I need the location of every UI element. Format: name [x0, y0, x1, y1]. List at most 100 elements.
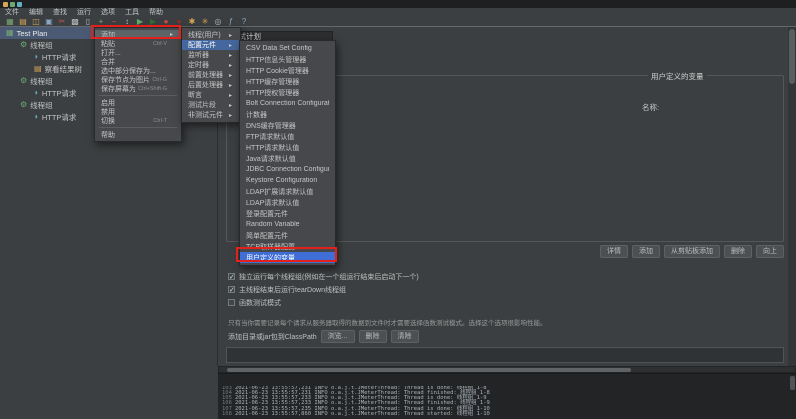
config-element-item[interactable]: CSV Data Set Config	[240, 43, 335, 54]
toggle-icon[interactable]: ↕	[122, 17, 132, 26]
browse-button[interactable]: 浏览...	[320, 330, 355, 343]
config-element-item[interactable]: HTTP信息头管理器	[240, 54, 335, 65]
menubar-item[interactable]: 选项	[96, 8, 120, 17]
add-submenu-item[interactable]: 定时器	[182, 60, 240, 70]
context-menu-item[interactable]: 添加	[95, 30, 181, 39]
config-element-item[interactable]: Bolt Connection Configuration	[240, 98, 335, 109]
checkbox-box[interactable]	[228, 273, 235, 281]
log-panel[interactable]: 103 2021-06-23 13:55:57,231 INFO o.a.j.t.…	[218, 373, 796, 419]
tree-item-label: HTTP请求	[41, 52, 77, 62]
add-from-clipboard-button[interactable]: 从剪贴板添加	[664, 245, 720, 258]
shutdown-icon[interactable]: ●	[174, 17, 184, 26]
functional-mode-checkbox[interactable]: 函数测试模式	[228, 298, 419, 307]
main-vertical-scrollbar[interactable]	[788, 27, 796, 366]
search-icon[interactable]: ◎	[213, 17, 223, 26]
log-horizontal-scrollbar[interactable]	[218, 366, 796, 373]
jmeter-window: 文件 编辑 查找 运行 选项 工具 帮助 ▦ ▤ ◫ ▣ ✂ ▩ ▯ + − ↕…	[0, 0, 796, 419]
log-vertical-scrollbar-thumb[interactable]	[790, 376, 795, 390]
context-menu-item[interactable]: 合并	[95, 57, 181, 66]
add-submenu-item[interactable]: 前置处理器	[182, 70, 240, 80]
context-menu-item[interactable]	[99, 127, 177, 128]
menubar-item[interactable]: 查找	[48, 8, 72, 17]
main-vertical-scrollbar-thumb[interactable]	[789, 29, 795, 84]
menubar-item[interactable]: 帮助	[144, 8, 168, 17]
log-line-text: 2021-06-23 13:55:57,860 INFO o.a.j.t.JMe…	[234, 410, 490, 417]
submenu-arrow-icon	[229, 102, 234, 109]
add-submenu-item[interactable]: 测试片段	[182, 100, 240, 110]
config-element-item[interactable]: Random Variable	[240, 219, 335, 230]
add-submenu-item[interactable]: 监听器	[182, 50, 240, 60]
config-element-item[interactable]: LDAP扩展请求默认值	[240, 186, 335, 197]
config-element-item[interactable]: 计数器	[240, 109, 335, 120]
config-element-item[interactable]: 简单配置元件	[240, 230, 335, 241]
context-menu-item[interactable]: 禁用	[95, 107, 181, 116]
config-element-item[interactable]: 用户定义的变量	[240, 252, 335, 263]
add-submenu-item[interactable]: 配置元件	[182, 40, 240, 50]
collapse-all-icon[interactable]: −	[109, 17, 119, 26]
function-helper-icon[interactable]: ƒ	[226, 17, 236, 26]
config-element-item[interactable]: HTTP缓存管理器	[240, 76, 335, 87]
context-menu-item[interactable]: 帮助	[95, 130, 181, 139]
menubar-item[interactable]: 工具	[120, 8, 144, 17]
new-plan-icon[interactable]: ▦	[5, 17, 15, 26]
templates-icon[interactable]: ▤	[18, 17, 28, 26]
run-threadgroups-consecutively-checkbox[interactable]: 独立运行每个线程组(例如在一个组运行结束后启动下一个)	[228, 272, 419, 281]
config-element-item[interactable]: JDBC Connection Configuration	[240, 164, 335, 175]
config-element-item[interactable]: Keystore Configuration	[240, 175, 335, 186]
add-submenu-item[interactable]: 断言	[182, 90, 240, 100]
delete-button[interactable]: 删除	[724, 245, 752, 258]
menubar-item[interactable]: 文件	[0, 8, 24, 17]
config-element-item[interactable]: HTTP授权管理器	[240, 87, 335, 98]
tree-item-label: 线程组	[30, 100, 53, 110]
config-element-item[interactable]: Java请求默认值	[240, 153, 335, 164]
copy-icon[interactable]: ▩	[70, 17, 80, 26]
config-element-item[interactable]: TCP取样器配置	[240, 241, 335, 252]
config-element-item[interactable]: HTTP请求默认值	[240, 142, 335, 153]
config-element-item[interactable]: 登录配置元件	[240, 208, 335, 219]
checkbox-label: 函数测试模式	[239, 299, 281, 307]
paste-icon[interactable]: ▯	[83, 17, 93, 26]
config-element-item[interactable]: DNS缓存管理器	[240, 120, 335, 131]
start-icon[interactable]: ▶	[135, 17, 145, 26]
context-menu-item[interactable]: 启用	[95, 98, 181, 107]
expand-all-icon[interactable]: +	[96, 17, 106, 26]
menubar-item[interactable]: 编辑	[24, 8, 48, 17]
stop-icon[interactable]: ●	[161, 17, 171, 26]
config-element-item[interactable]: FTP请求默认值	[240, 131, 335, 142]
open-file-icon[interactable]: ◫	[31, 17, 41, 26]
context-menu-item[interactable]: 保存节点为图片 Ctrl-G	[95, 75, 181, 84]
tree-item-label: HTTP请求	[41, 112, 77, 122]
help-icon[interactable]: ?	[239, 17, 249, 26]
context-menu-item[interactable]: 选中部分保存为...	[95, 66, 181, 75]
up-button[interactable]: 向上	[756, 245, 784, 258]
clear-all-icon[interactable]: ✳	[200, 17, 210, 26]
add-button[interactable]: 添加	[632, 245, 660, 258]
classpath-jar-table[interactable]	[226, 347, 784, 363]
http-request-icon: ◗	[34, 52, 39, 61]
start-no-pauses-icon[interactable]: ▶	[148, 17, 158, 26]
clear-jar-button[interactable]: 清除	[390, 330, 419, 343]
context-menu-item[interactable]: 保存屏幕为图片 Ctrl+Shift-G	[95, 84, 181, 93]
context-menu-item[interactable]: 打开...	[95, 48, 181, 57]
config-element-item[interactable]: LDAP请求默认值	[240, 197, 335, 208]
delete-jar-button[interactable]: 删除	[358, 330, 387, 343]
context-menu-item[interactable]: 切换 Ctrl-T	[95, 116, 181, 125]
menubar-item[interactable]: 运行	[72, 8, 96, 17]
context-menu-item[interactable]	[99, 95, 177, 96]
config-element-item[interactable]: HTTP Cookie管理器	[240, 65, 335, 76]
clear-icon[interactable]: ✱	[187, 17, 197, 26]
thread-group-icon: ⚙	[20, 76, 28, 85]
add-submenu-item[interactable]: 后置处理器	[182, 80, 240, 90]
checkbox-box[interactable]	[228, 286, 235, 294]
udv-section-title: 用户定义的变量	[648, 71, 707, 82]
checkbox-box[interactable]	[228, 299, 235, 306]
save-icon[interactable]: ▣	[44, 17, 54, 26]
context-menu-item[interactable]: 粘贴 Ctrl-V	[95, 39, 181, 48]
log-horizontal-scrollbar-thumb[interactable]	[227, 368, 631, 372]
run-teardown-checkbox[interactable]: 主线程结束后运行tearDown线程组	[228, 285, 419, 294]
cut-icon[interactable]: ✂	[57, 17, 67, 26]
menu-shortcut: Ctrl-T	[153, 117, 167, 124]
add-submenu-item[interactable]: 非测试元件	[182, 110, 240, 120]
add-submenu-item[interactable]: 线程(用户)	[182, 30, 240, 40]
detail-button[interactable]: 详情	[600, 245, 628, 258]
